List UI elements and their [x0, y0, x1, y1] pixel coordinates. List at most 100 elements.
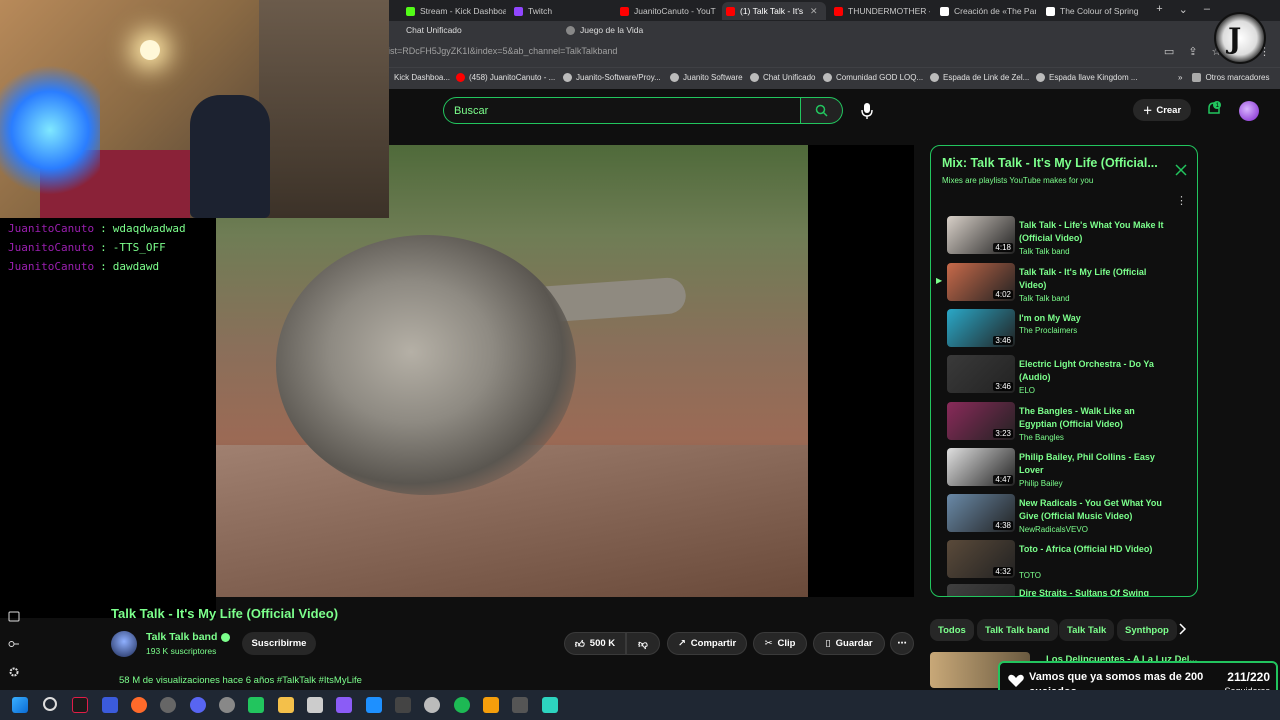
save-button[interactable]: ▯ Guardar — [813, 632, 885, 655]
create-button[interactable]: ＋ Crear — [1133, 99, 1191, 121]
chip-talk-talk-band[interactable]: Talk Talk band — [977, 619, 1058, 641]
taskbar-app6-icon[interactable] — [512, 697, 528, 713]
bookmark-juanitocanuto[interactable]: (458) JuanitoCanuto - ... — [456, 73, 555, 82]
video-metadata: 58 M de visualizaciones hace 6 años #Tal… — [119, 675, 362, 686]
tab-youtube-channel[interactable]: JuanitoCanuto - YouTube — [616, 2, 716, 20]
playlist-item-thumbnail — [947, 584, 1015, 596]
save-playlist-icon: ▯ — [825, 638, 831, 649]
playlist-item[interactable]: Dire Straits - Sultans Of Swing — [931, 584, 1197, 597]
bookmark-kick[interactable]: Kick Dashboa... — [394, 73, 450, 82]
windows-start-icon[interactable] — [12, 697, 28, 713]
chat-message: JuanitoCanuto: -TTS_OFF — [8, 241, 166, 254]
streamer-logo: J — [1214, 12, 1266, 64]
taskbar-spotify-icon[interactable] — [454, 697, 470, 713]
cast-icon[interactable]: ▭ — [1164, 45, 1174, 58]
taskbar-obs-icon[interactable] — [160, 697, 176, 713]
taskbar-chrome-active-icon[interactable] — [248, 697, 264, 713]
address-bar[interactable]: list=RDcFH5JgyZK1I&index=5&ab_channel=Ta… — [386, 46, 617, 56]
taskbar-search-icon[interactable] — [43, 697, 57, 711]
kick-icon — [406, 6, 415, 16]
new-tab-icon[interactable]: + — [1156, 3, 1162, 16]
subtab-chat-unificado[interactable]: Chat Unificado — [406, 25, 462, 35]
share-icon[interactable]: ⇪ — [1188, 45, 1197, 58]
tab-thundermother[interactable]: THUNDERMOTHER - It's Just a Tease — [830, 2, 930, 20]
playlist-item-duration: 4:38 — [993, 521, 1013, 530]
feedback-icon[interactable] — [8, 610, 20, 622]
chevron-right-icon[interactable] — [1176, 622, 1188, 636]
close-tab-icon[interactable]: ✕ — [810, 6, 818, 17]
tab-current-video[interactable]: (1) Talk Talk - It's My Life✕ — [722, 2, 826, 20]
bookmark-chat-unificado[interactable]: Chat Unificado — [750, 73, 815, 82]
clip-button[interactable]: ✂ Clip — [753, 632, 807, 655]
key-icon[interactable] — [8, 638, 20, 650]
heart-hands-icon — [1008, 674, 1024, 687]
bookmark-juanito-software[interactable]: Juanito Software — [670, 73, 743, 82]
bookmark-espada-llave[interactable]: Espada llave Kingdom ... — [1036, 73, 1138, 82]
tab-wikipedia-colour[interactable]: The Colour of Spring — [1042, 2, 1142, 20]
taskbar-unity-icon[interactable] — [395, 697, 411, 713]
playlist-item-thumbnail: 4:47 — [947, 448, 1015, 486]
chip-todos[interactable]: Todos — [930, 619, 974, 641]
subscribe-button[interactable]: Suscribirme — [242, 632, 316, 655]
settings-gear-icon[interactable] — [8, 666, 20, 678]
taskbar-visual-studio-icon[interactable] — [336, 697, 352, 713]
taskbar-v-app-icon[interactable] — [102, 697, 118, 713]
chat-message: JuanitoCanuto: wdaqdwadwad — [8, 222, 186, 235]
taskbar-brave-icon[interactable] — [131, 697, 147, 713]
playlist-item-title: New Radicals - You Get What You Give (Of… — [1019, 498, 1162, 521]
playlist-title[interactable]: Mix: Talk Talk - It's My Life (Official.… — [942, 156, 1158, 170]
tab-twitch[interactable]: Twitch — [510, 2, 610, 20]
playlist-item[interactable]: 4:38 New Radicals - You Get What You Give… — [931, 494, 1197, 540]
chip-talk-talk[interactable]: Talk Talk — [1059, 619, 1115, 641]
taskbar-vscode-icon[interactable] — [366, 697, 382, 713]
playlist-item[interactable]: 4:47 Philip Bailey, Phil Collins - Easy L… — [931, 448, 1197, 494]
subtab-juego-de-la-vida[interactable]: Juego de la Vida — [566, 25, 643, 35]
taskbar-folder-icon[interactable] — [278, 697, 294, 713]
chip-synthpop[interactable]: Synthpop — [1117, 619, 1177, 641]
taskbar-discord-icon[interactable] — [190, 697, 206, 713]
search-input[interactable] — [443, 97, 801, 124]
channel-avatar[interactable] — [111, 631, 137, 657]
chat-message: JuanitoCanuto: dawdawd — [8, 260, 160, 273]
channel-name[interactable]: Talk Talk band — [146, 631, 231, 643]
taskbar-app-icon[interactable] — [72, 697, 88, 713]
taskbar-app4-icon[interactable] — [424, 697, 440, 713]
more-actions-button[interactable]: ⋯ — [890, 632, 914, 655]
microphone-icon[interactable] — [860, 102, 874, 120]
playlist-item-title: I'm on My Way — [1019, 313, 1081, 323]
chevron-right-icon: » — [1178, 73, 1183, 82]
close-icon[interactable] — [1175, 164, 1187, 176]
tab-search-icon[interactable]: ⌄ — [1179, 3, 1188, 16]
taskbar-app7-icon[interactable] — [542, 697, 558, 713]
playlist-item[interactable]: 3:46 I'm on My Way The Proclaimers — [931, 309, 1197, 355]
tab-kick-dashboard[interactable]: Stream - Kick Dashboard — [402, 2, 506, 20]
taskbar-app3-icon[interactable] — [307, 697, 323, 713]
bookmark-espada-link[interactable]: Espada de Link de Zel... — [930, 73, 1029, 82]
playlist-item[interactable]: 3:46 Electric Light Orchestra - Do Ya (Au… — [931, 355, 1197, 401]
youtube-icon — [834, 6, 843, 16]
share-button[interactable]: ↗ Compartir — [667, 632, 747, 655]
thumbs-up-icon: 👍︎ — [574, 638, 585, 650]
mix-playlist-panel: Mix: Talk Talk - It's My Life (Official.… — [930, 145, 1198, 597]
playlist-item-title: Dire Straits - Sultans Of Swing — [1019, 588, 1150, 597]
notifications-bell-icon[interactable]: 1 — [1205, 100, 1223, 118]
minimize-icon[interactable]: – — [1204, 3, 1210, 16]
search-button[interactable] — [801, 97, 843, 124]
webcam-led-glow — [0, 60, 100, 200]
bookmark-github-proy[interactable]: Juanito-Software/Proy... — [563, 73, 661, 82]
logo-letter-icon: J — [1228, 22, 1242, 55]
other-bookmarks[interactable]: » Otros marcadores — [1178, 73, 1269, 82]
bookmark-comunidad[interactable]: Comunidad GOD LOQ... — [823, 73, 923, 82]
taskbar-app2-icon[interactable] — [219, 697, 235, 713]
user-avatar[interactable] — [1239, 101, 1259, 121]
dislike-button[interactable]: 👎︎ — [626, 632, 660, 655]
like-button[interactable]: 👍︎ 500 K — [564, 632, 626, 655]
playlist-menu-icon[interactable]: ⋮ — [1176, 194, 1187, 207]
playlist-item[interactable]: 3:23 The Bangles - Walk Like an Egyptian … — [931, 402, 1197, 448]
tab-wikipedia-party[interactable]: Creación de «The Party» — [936, 2, 1036, 20]
playlist-item[interactable]: ▶ 4:02 Talk Talk - It's My Life (Official … — [931, 263, 1197, 309]
taskbar-app5-icon[interactable] — [483, 697, 499, 713]
playlist-item[interactable]: 4:32 Toto - Africa (Official HD Video) TOT… — [931, 540, 1197, 586]
playlist-item-thumbnail: 3:46 — [947, 355, 1015, 393]
playlist-item[interactable]: 4:18 Talk Talk - Life's What You Make It … — [931, 216, 1197, 262]
